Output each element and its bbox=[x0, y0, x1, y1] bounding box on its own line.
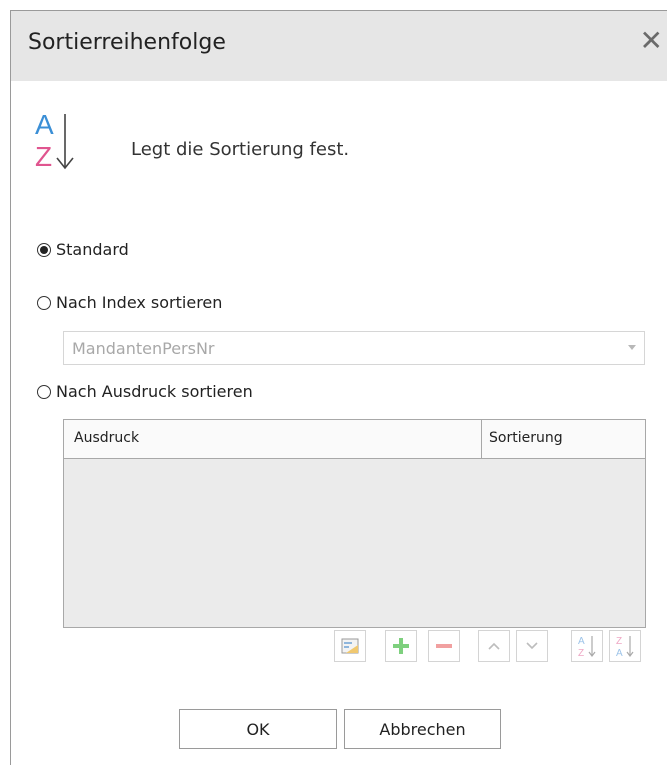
column-header-sort[interactable]: Sortierung bbox=[489, 430, 563, 446]
sort-descending-button[interactable]: Z A bbox=[609, 630, 641, 662]
radio-standard-circle[interactable] bbox=[37, 242, 51, 257]
remove-icon bbox=[436, 644, 452, 648]
add-icon bbox=[393, 638, 409, 654]
svg-text:Z: Z bbox=[616, 636, 622, 647]
svg-text:A: A bbox=[578, 636, 585, 647]
svg-text:Z: Z bbox=[578, 648, 584, 659]
index-select[interactable]: MandantenPersNr bbox=[63, 331, 645, 365]
radio-by-expression-label: Nach Ausdruck sortieren bbox=[56, 382, 253, 401]
radio-by-expression[interactable]: Nach Ausdruck sortieren bbox=[37, 382, 253, 401]
radio-by-index-label: Nach Index sortieren bbox=[56, 293, 223, 312]
move-up-button[interactable] bbox=[478, 630, 510, 662]
sort-az-icon: A Z bbox=[35, 109, 74, 172]
radio-by-index-circle[interactable] bbox=[37, 295, 51, 310]
move-down-icon bbox=[526, 642, 538, 650]
radio-by-index[interactable]: Nach Index sortieren bbox=[37, 293, 222, 312]
sort-descending-icon: Z A bbox=[616, 636, 634, 659]
index-select-value: MandantenPersNr bbox=[72, 339, 215, 358]
ok-button[interactable]: OK bbox=[179, 709, 337, 749]
dialog-subtitle: Legt die Sortierung fest. bbox=[131, 139, 350, 160]
grid-header: Ausdruck Sortierung bbox=[64, 420, 645, 459]
svg-text:A: A bbox=[616, 648, 623, 659]
cancel-button[interactable]: Abbrechen bbox=[344, 709, 501, 749]
radio-standard[interactable]: Standard bbox=[37, 240, 129, 259]
title-bar: Sortierreihenfolge ✕ bbox=[11, 11, 667, 81]
radio-standard-label: Standard bbox=[56, 240, 129, 259]
dialog-title: Sortierreihenfolge bbox=[28, 30, 226, 55]
remove-button[interactable] bbox=[428, 630, 460, 662]
svg-text:A: A bbox=[35, 109, 54, 140]
chevron-down-icon[interactable] bbox=[628, 345, 636, 350]
sort-ascending-button[interactable]: A Z bbox=[571, 630, 603, 662]
sort-order-dialog: Sortierreihenfolge ✕ A Z Legt die Sortie… bbox=[10, 10, 667, 765]
column-header-expression[interactable]: Ausdruck bbox=[74, 430, 139, 446]
add-button[interactable] bbox=[385, 630, 417, 662]
expression-editor-button[interactable] bbox=[334, 630, 366, 662]
move-up-icon bbox=[488, 642, 500, 650]
expression-editor-icon bbox=[341, 638, 359, 654]
svg-text:Z: Z bbox=[35, 141, 52, 172]
column-divider[interactable] bbox=[481, 420, 482, 458]
radio-by-expression-circle[interactable] bbox=[37, 384, 51, 399]
expression-grid[interactable]: Ausdruck Sortierung bbox=[63, 419, 646, 628]
move-down-button[interactable] bbox=[516, 630, 548, 662]
sort-ascending-icon: A Z bbox=[578, 636, 596, 659]
close-icon[interactable]: ✕ bbox=[640, 27, 663, 55]
